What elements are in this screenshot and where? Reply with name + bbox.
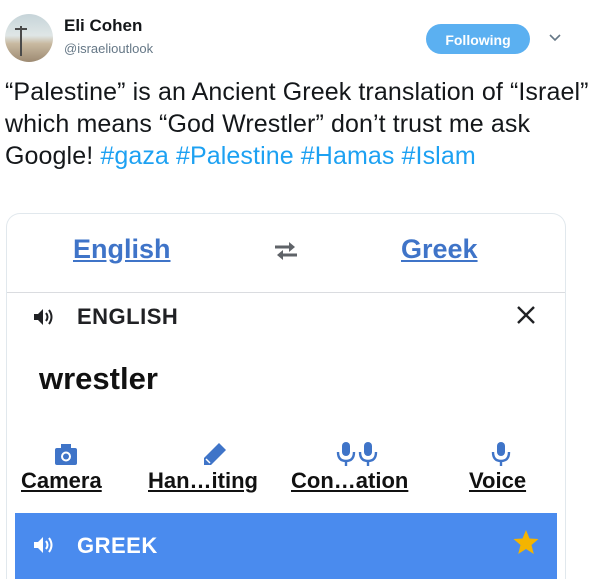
target-panel-label: GREEK (77, 533, 158, 558)
author-name[interactable]: Eli Cohen (64, 16, 142, 36)
speaker-icon[interactable] (33, 536, 55, 554)
avatar-pole (20, 26, 22, 56)
mic-icon (491, 442, 511, 466)
tool-label: Con…ation (291, 468, 409, 493)
avatar-crossbar (15, 28, 27, 30)
avatar[interactable] (5, 14, 53, 62)
close-icon[interactable] (515, 304, 537, 326)
swap-languages-icon[interactable] (273, 240, 299, 262)
source-language-button[interactable]: English (73, 234, 171, 265)
hashtag-link[interactable]: #Islam (402, 142, 476, 170)
tool-label: Voice (469, 468, 527, 493)
speaker-icon[interactable] (33, 308, 55, 326)
camera-icon (55, 444, 77, 465)
attached-image[interactable]: English Greek ENGLISH wrestler Camera Ha… (6, 213, 566, 579)
input-text[interactable]: wrestler (39, 361, 158, 397)
language-bar: English Greek (7, 214, 565, 293)
following-button[interactable]: Following (426, 24, 530, 54)
chevron-down-icon[interactable] (548, 30, 562, 44)
tool-label: Camera (21, 468, 102, 493)
hashtag-link[interactable]: #Palestine (176, 142, 294, 170)
tweet-header: Eli Cohen @israelioutlook Following (0, 0, 612, 66)
star-icon[interactable] (512, 528, 540, 556)
tweet-body: “Palestine” is an Ancient Greek translat… (5, 78, 589, 170)
tool-label: Han…iting (148, 468, 258, 493)
hashtag-link[interactable]: #Hamas (301, 142, 395, 170)
author-handle[interactable]: @israelioutlook (64, 41, 153, 56)
pen-icon (204, 443, 226, 465)
tweet-text: “Palestine” is an Ancient Greek translat… (5, 76, 605, 172)
target-language-button[interactable]: Greek (401, 234, 478, 265)
dual-mic-icon (336, 442, 378, 466)
source-panel-label: ENGLISH (77, 304, 179, 329)
hashtag-link[interactable]: #gaza (100, 142, 169, 170)
